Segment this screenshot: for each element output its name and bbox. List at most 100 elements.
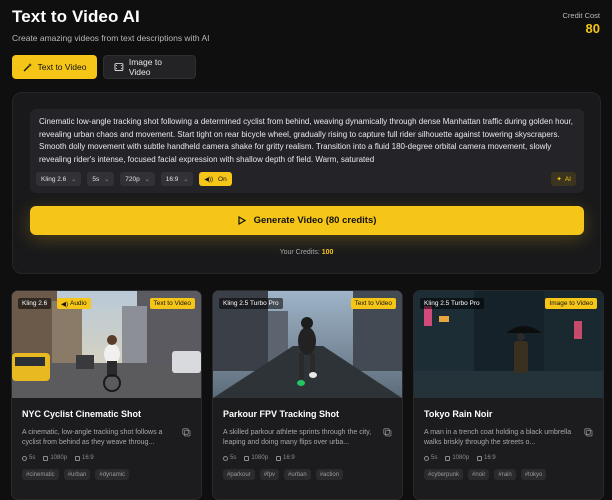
tag[interactable]: #cinematic — [22, 469, 59, 480]
card-thumbnail: Kling 2.6 ◀) Audio Text to Video — [12, 291, 201, 398]
prompt-controls: Kling 2.6 ⌄ 5s ⌄ 720p ⌄ 16:9 ⌄ ◀)) On — [36, 172, 232, 186]
copy-icon[interactable] — [584, 428, 593, 437]
card-title: Parkour FPV Tracking Shot — [223, 409, 340, 419]
tag[interactable]: #cyberpunk — [424, 469, 464, 480]
card-tags: #parkour #fpv #urban #action — [223, 469, 344, 480]
type-badge: Text to Video — [149, 298, 195, 309]
aspect-meta: 16:9 — [477, 455, 496, 461]
chevron-down-icon: ⌄ — [144, 176, 150, 183]
aspect-meta: 16:9 — [276, 455, 295, 461]
audio-toggle-value: On — [218, 175, 227, 183]
tag[interactable]: #urban — [63, 469, 91, 480]
example-cards: Kling 2.6 ◀) Audio Text to Video NYC Cyc… — [11, 290, 604, 500]
tag[interactable]: #dynamic — [95, 469, 130, 480]
tag[interactable]: #action — [315, 469, 344, 480]
copy-icon[interactable] — [182, 428, 191, 437]
resolution-meta: 1080p — [43, 455, 67, 461]
tag[interactable]: #tokyo — [520, 469, 547, 480]
page-header: Text to Video AI Create amazing videos f… — [12, 7, 209, 43]
aspect-ratio-icon — [276, 455, 282, 461]
credit-cost: Credit Cost 80 — [562, 11, 600, 36]
ai-enhance-button[interactable]: ✦ AI — [551, 172, 576, 186]
copy-icon[interactable] — [383, 428, 392, 437]
model-badge: Kling 2.5 Turbo Pro — [420, 298, 484, 309]
monitor-icon — [445, 455, 451, 461]
mode-tabs: Text to Video Image to Video — [12, 55, 196, 79]
credits-label: Your Credits: — [279, 249, 320, 256]
credit-cost-value: 80 — [585, 21, 600, 36]
audio-toggle[interactable]: ◀)) On — [199, 172, 232, 186]
film-icon — [114, 63, 124, 71]
clock-icon — [22, 455, 27, 461]
example-card[interactable]: Kling 2.5 Turbo Pro Image to Video Tokyo… — [413, 290, 604, 500]
generate-video-button[interactable]: Generate Video (80 credits) — [30, 206, 584, 235]
duration-meta: 5s — [223, 455, 236, 461]
page-title: Text to Video AI — [12, 7, 140, 26]
magic-wand-icon — [23, 63, 32, 72]
card-meta: 5s 1080p 16:9 — [424, 455, 496, 461]
tab-text-to-video-label: Text to Video — [37, 62, 87, 72]
credit-cost-label: Credit Cost — [562, 11, 600, 20]
type-badge: Text to Video — [350, 298, 396, 309]
generate-video-label: Generate Video (80 credits) — [253, 215, 377, 226]
monitor-icon — [43, 455, 49, 461]
sparkle-icon: ✦ — [556, 176, 562, 183]
card-thumbnail: Kling 2.5 Turbo Pro Image to Video — [414, 291, 603, 398]
play-icon — [237, 216, 246, 225]
chevron-down-icon: ⌄ — [104, 176, 110, 183]
chevron-down-icon: ⌄ — [183, 176, 189, 183]
credits-balance: Your Credits: 100 — [13, 249, 600, 256]
tag[interactable]: #rain — [494, 469, 516, 480]
audio-badge: ◀) Audio — [57, 298, 91, 309]
prompt-textarea[interactable]: Cinematic low-angle tracking shot follow… — [39, 116, 575, 166]
audio-badge-label: Audio — [69, 300, 87, 307]
credits-value: 100 — [321, 249, 334, 256]
aspect-ratio-icon — [75, 455, 81, 461]
tag[interactable]: #urban — [284, 469, 311, 480]
duration-meta: 5s — [22, 455, 35, 461]
audio-icon: ◀) — [61, 300, 70, 308]
generator-panel: Cinematic low-angle tracking shot follow… — [12, 92, 601, 274]
card-tags: #cinematic #urban #dynamic — [22, 469, 130, 480]
example-card[interactable]: Kling 2.6 ◀) Audio Text to Video NYC Cyc… — [11, 290, 202, 500]
tab-image-to-video[interactable]: Image to Video — [103, 55, 196, 79]
clock-icon — [424, 455, 429, 461]
aspect-ratio-icon — [477, 455, 483, 461]
duration-select-value: 5s — [92, 175, 100, 183]
model-select[interactable]: Kling 2.6 ⌄ — [36, 172, 82, 186]
example-card[interactable]: Kling 2.5 Turbo Pro Text to Video Parkou… — [212, 290, 403, 500]
card-description: A cinematic, low-angle tracking shot fol… — [22, 429, 163, 446]
tab-text-to-video[interactable]: Text to Video — [12, 55, 97, 79]
tag[interactable]: #fpv — [259, 469, 280, 480]
clock-icon — [223, 455, 228, 461]
aspect-meta: 16:9 — [75, 455, 94, 461]
card-meta: 5s 1080p 16:9 — [223, 455, 295, 461]
audio-icon: ◀)) — [204, 176, 214, 183]
model-select-value: Kling 2.6 — [41, 175, 67, 183]
prompt-box: Cinematic low-angle tracking shot follow… — [30, 109, 584, 193]
tag[interactable]: #noir — [468, 469, 490, 480]
card-description: A man in a trench coat holding a black u… — [424, 429, 572, 446]
card-meta: 5s 1080p 16:9 — [22, 455, 94, 461]
model-badge: Kling 2.6 — [18, 298, 52, 309]
tag[interactable]: #parkour — [223, 469, 255, 480]
type-badge: Image to Video — [545, 298, 597, 309]
resolution-select-value: 720p — [125, 175, 140, 183]
duration-meta: 5s — [424, 455, 437, 461]
page-subtitle: Create amazing videos from text descript… — [12, 33, 210, 43]
card-description: A skilled parkour athlete sprints throug… — [223, 429, 372, 446]
model-badge: Kling 2.5 Turbo Pro — [219, 298, 283, 309]
aspect-select[interactable]: 16:9 ⌄ — [160, 172, 194, 186]
resolution-select[interactable]: 720p ⌄ — [120, 172, 155, 186]
aspect-select-value: 16:9 — [165, 175, 179, 183]
resolution-meta: 1080p — [244, 455, 268, 461]
card-tags: #cyberpunk #noir #rain #tokyo — [424, 469, 547, 480]
card-title: Tokyo Rain Noir — [424, 409, 493, 419]
card-title: NYC Cyclist Cinematic Shot — [22, 409, 142, 419]
resolution-meta: 1080p — [445, 455, 469, 461]
duration-select[interactable]: 5s ⌄ — [87, 172, 115, 186]
tab-image-to-video-label: Image to Video — [128, 57, 162, 77]
chevron-down-icon: ⌄ — [71, 176, 77, 183]
ai-enhance-label: AI — [564, 175, 571, 183]
monitor-icon — [244, 455, 250, 461]
